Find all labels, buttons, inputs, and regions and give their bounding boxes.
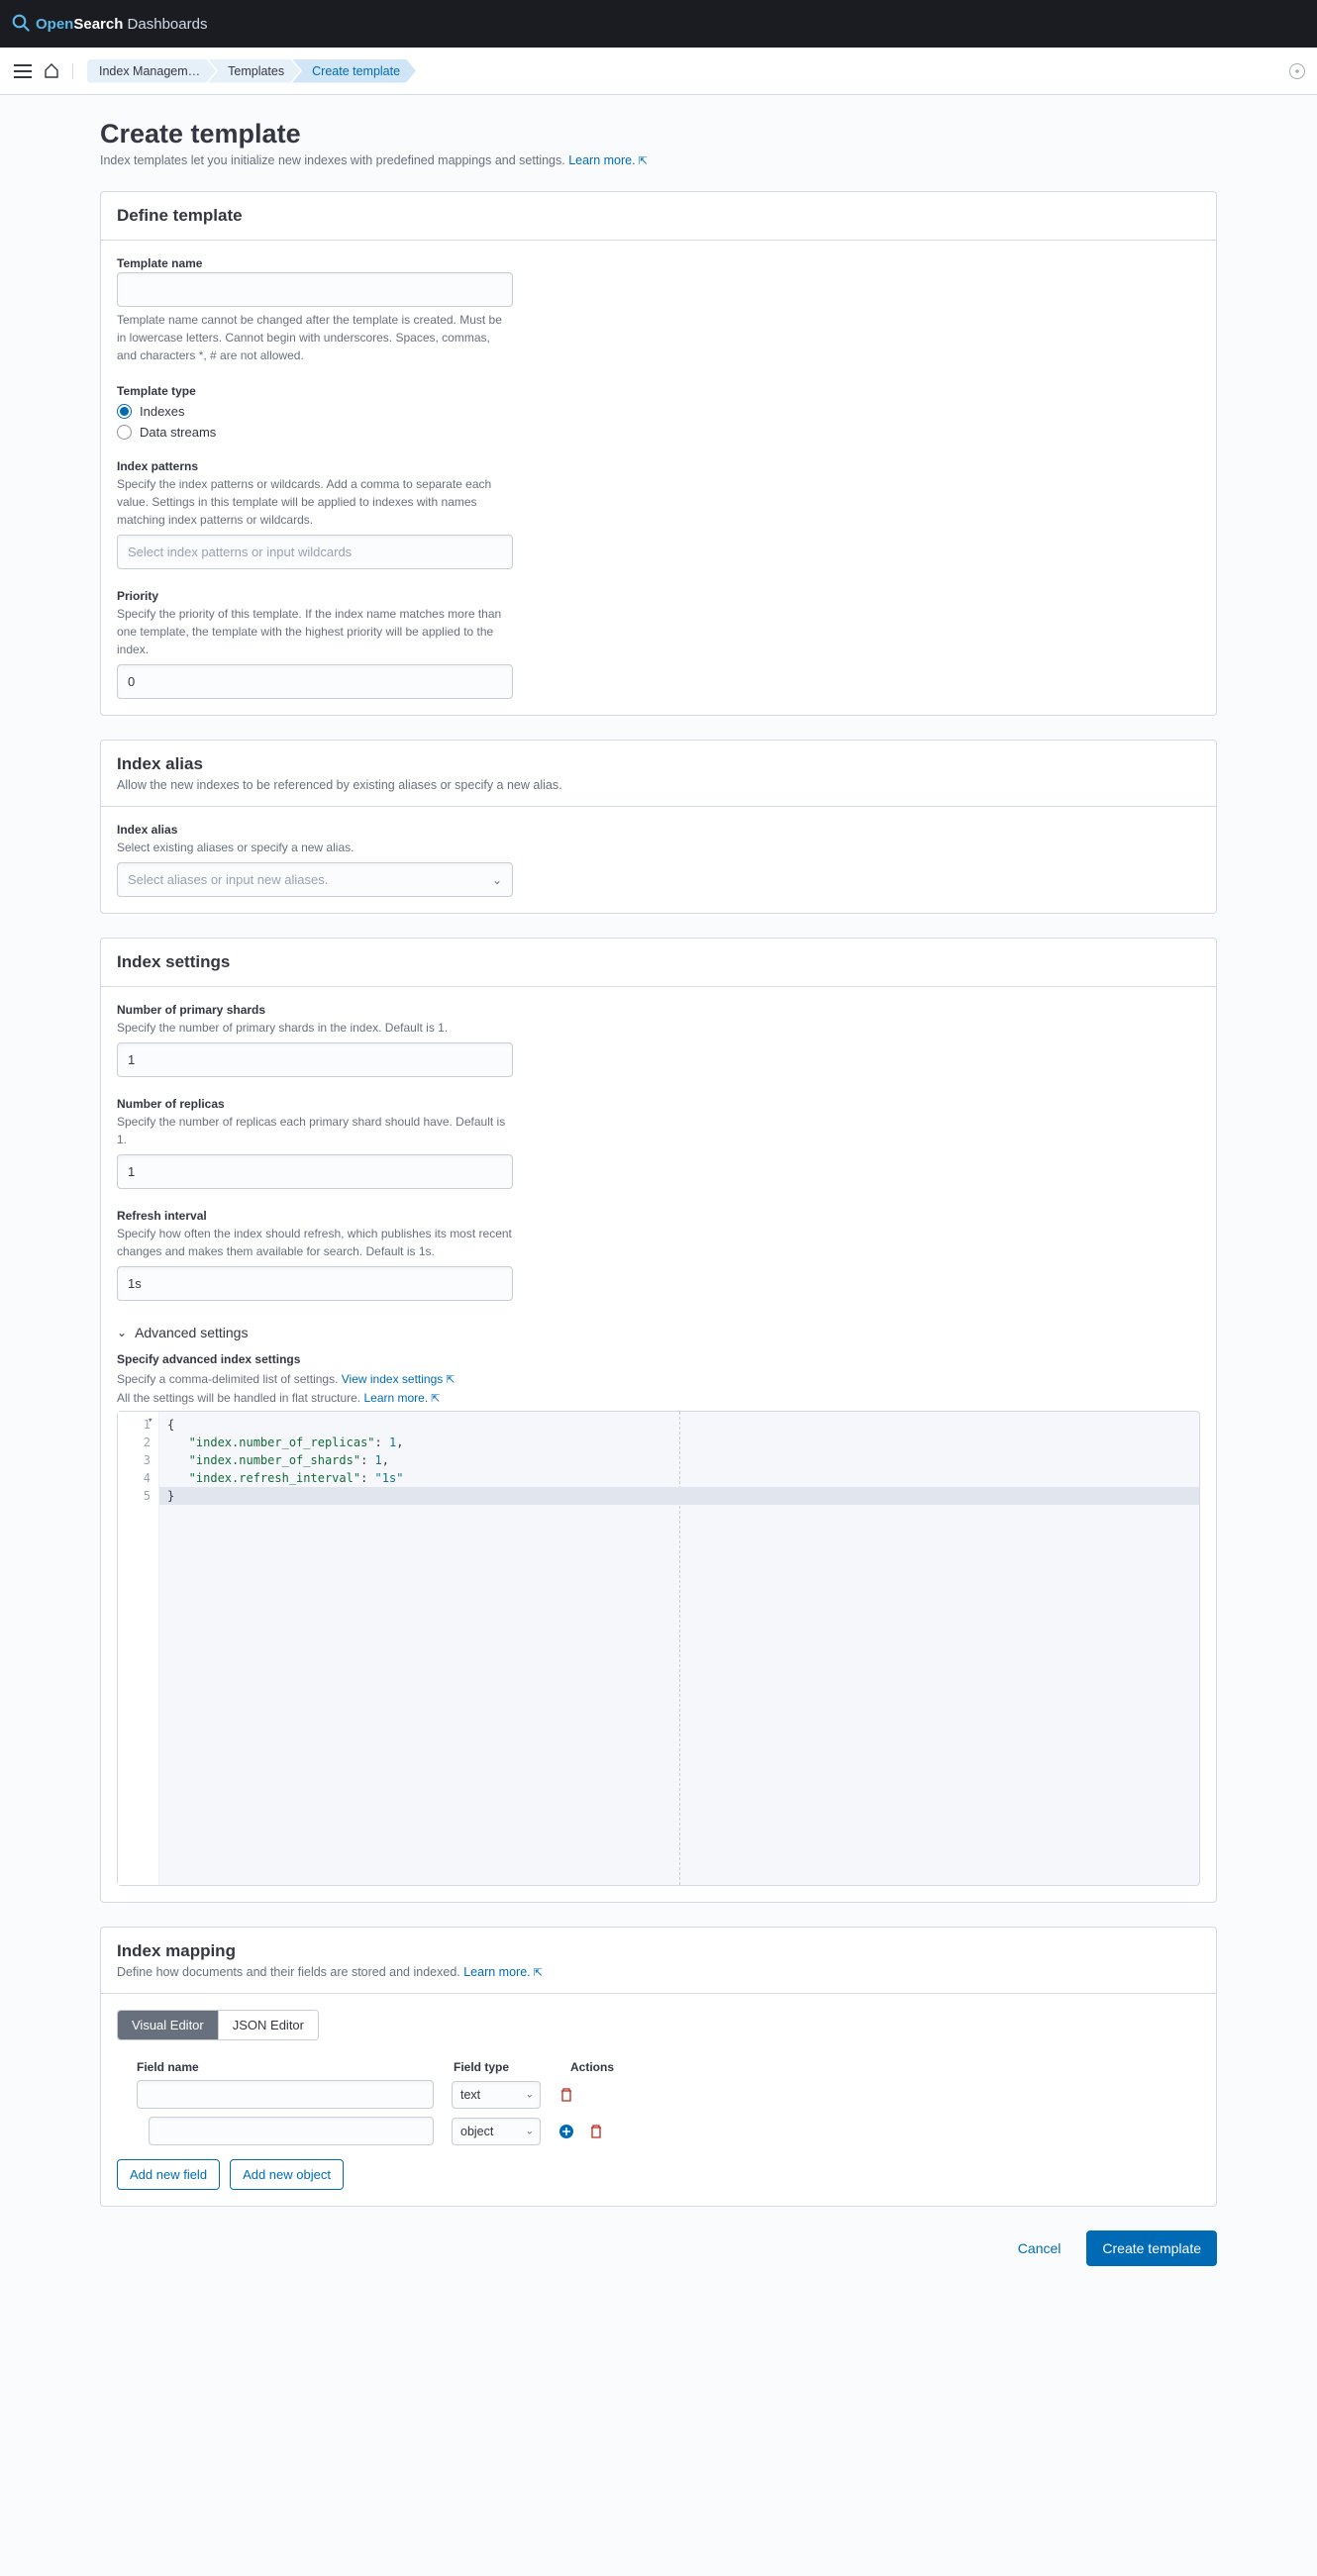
chevron-down-icon: ⌄ bbox=[492, 873, 502, 887]
field-name-input[interactable] bbox=[149, 2117, 434, 2145]
page-subtitle: Index templates let you initialize new i… bbox=[100, 153, 1217, 167]
field-type-select[interactable]: object ⌄ bbox=[452, 2118, 541, 2145]
alias-combobox[interactable]: Select aliases or input new aliases. ⌄ bbox=[117, 862, 513, 897]
panel-index-mapping: Index mapping Define how documents and t… bbox=[100, 1927, 1217, 2207]
code-divider bbox=[679, 1412, 680, 1885]
index-alias-title: Index alias bbox=[117, 754, 1200, 774]
radio-data-streams[interactable]: Data streams bbox=[117, 425, 1200, 440]
help-icon[interactable] bbox=[1289, 63, 1305, 79]
sub-header: Index Managem… Templates Create template bbox=[0, 48, 1317, 95]
chevron-down-icon: ⌄ bbox=[526, 2089, 534, 2100]
delete-icon[interactable] bbox=[588, 2124, 604, 2139]
view-index-settings-link[interactable]: View index settings⇱ bbox=[342, 1372, 456, 1386]
footer-actions: Cancel Create template bbox=[100, 2230, 1217, 2266]
header-actions: Actions bbox=[570, 2060, 614, 2074]
replicas-help: Specify the number of replicas each prim… bbox=[117, 1113, 513, 1148]
home-icon[interactable] bbox=[44, 63, 59, 79]
template-type-label: Template type bbox=[117, 384, 1200, 398]
code-gutter: ▾ 1 2 3 4 5 bbox=[118, 1412, 159, 1885]
shards-help: Specify the number of primary shards in … bbox=[117, 1019, 513, 1037]
alias-field-help: Select existing aliases or specify a new… bbox=[117, 839, 513, 856]
tab-json-editor[interactable]: JSON Editor bbox=[218, 2011, 318, 2039]
header-field-name: Field name bbox=[137, 2060, 436, 2074]
shards-label: Number of primary shards bbox=[117, 1003, 1200, 1017]
priority-input[interactable] bbox=[117, 664, 513, 699]
add-icon[interactable] bbox=[558, 2124, 574, 2139]
replicas-input[interactable] bbox=[117, 1154, 513, 1189]
index-patterns-combobox[interactable]: Select index patterns or input wildcards bbox=[117, 535, 513, 569]
opensearch-logo-icon bbox=[12, 14, 32, 34]
create-template-button[interactable]: Create template bbox=[1086, 2230, 1217, 2266]
breadcrumb-templates[interactable]: Templates bbox=[208, 59, 300, 83]
index-settings-title: Index settings bbox=[117, 952, 1200, 972]
priority-label: Priority bbox=[117, 589, 1200, 603]
shards-input[interactable] bbox=[117, 1042, 513, 1077]
advanced-settings-editor[interactable]: ▾ 1 2 3 4 5 { "index.number_of_replicas"… bbox=[117, 1411, 1200, 1886]
add-new-field-button[interactable]: Add new field bbox=[117, 2159, 220, 2190]
page-title: Create template bbox=[100, 119, 1217, 149]
panel-define-template: Define template Template name Template n… bbox=[100, 191, 1217, 716]
radio-indexes[interactable]: Indexes bbox=[117, 404, 1200, 419]
add-new-object-button[interactable]: Add new object bbox=[230, 2159, 344, 2190]
template-name-help: Template name cannot be changed after th… bbox=[117, 311, 513, 364]
mapping-row: object ⌄ bbox=[117, 2117, 1200, 2145]
template-name-input[interactable] bbox=[117, 272, 513, 307]
advanced-settings-subtitle: Specify advanced index settings bbox=[117, 1352, 1200, 1366]
field-type-select[interactable]: text ⌄ bbox=[452, 2081, 541, 2109]
breadcrumb-index-management[interactable]: Index Managem… bbox=[87, 59, 216, 83]
tab-visual-editor[interactable]: Visual Editor bbox=[118, 2011, 218, 2039]
field-name-input[interactable] bbox=[137, 2080, 434, 2109]
advanced-learn-more-link[interactable]: Learn more.⇱ bbox=[363, 1391, 440, 1405]
top-header: OpenSearch Dashboards bbox=[0, 0, 1317, 48]
priority-help: Specify the priority of this template. I… bbox=[117, 605, 513, 658]
mapping-row: text ⌄ bbox=[117, 2080, 1200, 2109]
chevron-down-icon: ⌄ bbox=[117, 1326, 127, 1339]
template-name-label: Template name bbox=[117, 256, 1200, 270]
index-alias-subtitle: Allow the new indexes to be referenced b… bbox=[117, 778, 1200, 792]
cancel-button[interactable]: Cancel bbox=[1006, 2232, 1073, 2264]
chevron-down-icon: ⌄ bbox=[526, 2126, 534, 2136]
refresh-label: Refresh interval bbox=[117, 1209, 1200, 1223]
index-mapping-title: Index mapping bbox=[117, 1941, 1200, 1961]
code-body[interactable]: { "index.number_of_replicas": 1, "index.… bbox=[159, 1412, 1199, 1885]
define-template-title: Define template bbox=[117, 206, 1200, 226]
advanced-settings-toggle[interactable]: ⌄ Advanced settings bbox=[117, 1321, 1200, 1344]
refresh-input[interactable] bbox=[117, 1266, 513, 1301]
alias-field-label: Index alias bbox=[117, 823, 1200, 837]
breadcrumb-create-template[interactable]: Create template bbox=[292, 59, 416, 83]
logo-text: OpenSearch Dashboards bbox=[36, 16, 207, 33]
radio-indexes-icon bbox=[117, 404, 132, 419]
panel-index-alias: Index alias Allow the new indexes to be … bbox=[100, 740, 1217, 914]
menu-toggle-icon[interactable] bbox=[12, 59, 36, 83]
refresh-help: Specify how often the index should refre… bbox=[117, 1225, 513, 1260]
index-patterns-help: Specify the index patterns or wildcards.… bbox=[117, 475, 513, 529]
mapping-learn-more-link[interactable]: Learn more.⇱ bbox=[463, 1965, 543, 1979]
fold-icon[interactable]: ▾ bbox=[148, 1416, 152, 1426]
logo[interactable]: OpenSearch Dashboards bbox=[12, 14, 207, 34]
advanced-settings-help: Specify a comma-delimited list of settin… bbox=[117, 1370, 1200, 1407]
mapping-table: Field name Field type Actions text ⌄ bbox=[117, 2060, 1200, 2145]
panel-index-settings: Index settings Number of primary shards … bbox=[100, 938, 1217, 1903]
mapping-editor-tabs: Visual Editor JSON Editor bbox=[117, 2010, 319, 2040]
header-field-type: Field type bbox=[454, 2060, 553, 2074]
index-mapping-subtitle: Define how documents and their fields ar… bbox=[117, 1965, 1200, 1979]
replicas-label: Number of replicas bbox=[117, 1097, 1200, 1111]
delete-icon[interactable] bbox=[558, 2087, 574, 2103]
learn-more-link[interactable]: Learn more.⇱ bbox=[568, 153, 648, 167]
radio-data-streams-icon bbox=[117, 425, 132, 440]
breadcrumbs: Index Managem… Templates Create template bbox=[87, 59, 416, 83]
index-patterns-label: Index patterns bbox=[117, 459, 1200, 473]
